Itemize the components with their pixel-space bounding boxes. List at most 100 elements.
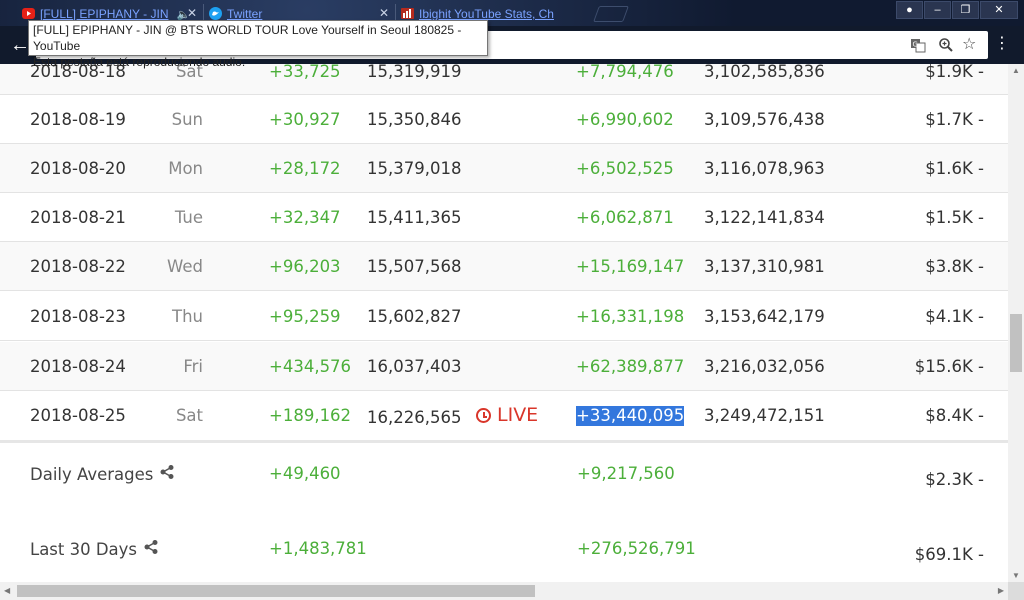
- views-total-cell: 3,153,642,179: [704, 307, 825, 326]
- summary-earnings: $69.1K -: [914, 545, 984, 564]
- summary-label: Last 30 Days: [30, 539, 159, 560]
- day-cell: Sun: [171, 110, 203, 129]
- earnings-cell: $1.9K -: [925, 64, 984, 81]
- earnings-cell: $4.1K -: [925, 307, 984, 326]
- share-icon[interactable]: [159, 464, 175, 485]
- earnings-cell: $1.5K -: [925, 208, 984, 227]
- vertical-scrollbar[interactable]: ▲ ▼: [1008, 64, 1024, 582]
- summary-row: Daily Averages +49,460 +9,217,560 $2.3K …: [0, 446, 1008, 516]
- summary-earnings: $2.3K -: [925, 470, 984, 489]
- table-row: 2018-08-25 Sat +189,162 16,226,565 LIVE …: [0, 391, 1008, 443]
- subs-gain-cell: +189,162: [269, 406, 352, 425]
- tab-tooltip: [FULL] EPIPHANY - JIN @ BTS WORLD TOUR L…: [28, 20, 488, 69]
- day-cell: Mon: [168, 159, 203, 178]
- user-profile-icon[interactable]: ●: [896, 1, 923, 19]
- close-tab-icon[interactable]: ✕: [379, 6, 389, 20]
- back-arrow-icon[interactable]: ←: [10, 35, 30, 55]
- restore-icon[interactable]: ❐: [952, 1, 979, 19]
- zoom-icon[interactable]: [938, 37, 954, 56]
- subs-gain-cell: +95,259: [269, 307, 341, 326]
- subs-total-cell: 16,226,565: [367, 408, 462, 427]
- views-total-cell: 3,137,310,981: [704, 257, 825, 276]
- new-tab-button[interactable]: [593, 6, 629, 22]
- views-gain-cell: +15,169,147: [576, 257, 685, 276]
- earnings-cell: $1.6K -: [925, 159, 984, 178]
- scroll-down-icon[interactable]: ▼: [1012, 571, 1020, 580]
- summary-label-text: Daily Averages: [30, 464, 154, 484]
- day-cell: Wed: [167, 257, 203, 276]
- summary-label-text: Last 30 Days: [30, 539, 138, 559]
- views-gain-cell: +62,389,877: [576, 357, 685, 376]
- window-close-icon[interactable]: ✕: [980, 1, 1018, 19]
- day-cell: Thu: [172, 307, 203, 326]
- socialblade-icon: [401, 8, 414, 19]
- subs-total-cell: 15,379,018: [367, 159, 462, 178]
- views-total-cell: 3,109,576,438: [704, 110, 825, 129]
- tooltip-status: Esta pestaña está reproduciendo audio.: [33, 55, 246, 69]
- date-cell: 2018-08-22: [30, 257, 126, 276]
- summary-row: Last 30 Days +1,483,781 +276,526,791 $69…: [0, 521, 1008, 582]
- bookmark-star-icon[interactable]: ☆: [962, 37, 976, 53]
- scroll-right-icon[interactable]: ▶: [998, 586, 1004, 595]
- summary-views: +276,526,791: [577, 539, 696, 558]
- twitter-icon: [209, 7, 222, 20]
- date-cell: 2018-08-20: [30, 159, 126, 178]
- horizontal-scroll-thumb[interactable]: [17, 585, 535, 597]
- views-total-cell: 3,122,141,834: [704, 208, 825, 227]
- subs-total-cell: 15,507,568: [367, 257, 462, 276]
- earnings-cell: $15.6K -: [914, 357, 984, 376]
- summary-label: Daily Averages: [30, 464, 175, 485]
- tab-title: [FULL] EPIPHANY - JIN: [40, 7, 169, 21]
- stats-table: 2018-08-18 Sat +33,725 15,319,919 +7,794…: [0, 64, 1008, 582]
- date-cell: 2018-08-24: [30, 357, 126, 376]
- tab-title: Ibighit YouTube Stats, Ch: [419, 7, 554, 21]
- earnings-cell: $3.8K -: [925, 257, 984, 276]
- views-total-cell: 3,216,032,056: [704, 357, 825, 376]
- subs-gain-cell: +30,927: [269, 110, 341, 129]
- minimize-icon[interactable]: –: [924, 1, 951, 19]
- subs-total-cell: 15,411,365: [367, 208, 462, 227]
- views-total-cell: 3,102,585,836: [704, 64, 825, 81]
- views-gain-cell: +6,990,602: [576, 110, 674, 129]
- live-indicator: LIVE: [476, 405, 538, 425]
- subs-gain-cell: +96,203: [269, 257, 341, 276]
- subs-gain-cell: +434,576: [269, 357, 352, 376]
- summary-subs: +1,483,781: [269, 539, 367, 558]
- summary-subs: +49,460: [269, 464, 341, 483]
- subs-total-cell: 15,602,827: [367, 307, 462, 326]
- close-tab-icon[interactable]: ✕: [187, 6, 197, 20]
- menu-icon[interactable]: ⋮: [994, 36, 1010, 52]
- scroll-left-icon[interactable]: ◀: [4, 586, 10, 595]
- table-row: 2018-08-24 Fri +434,576 16,037,403 +62,3…: [0, 342, 1008, 391]
- day-cell: Tue: [174, 208, 203, 227]
- views-total-cell: 3,249,472,151: [704, 406, 825, 425]
- tab-title: Twitter: [227, 7, 263, 21]
- date-cell: 2018-08-25: [30, 406, 126, 425]
- subs-gain-cell: +32,347: [269, 208, 341, 227]
- table-row: 2018-08-21 Tue +32,347 15,411,365 +6,062…: [0, 193, 1008, 242]
- table-row: 2018-08-22 Wed +96,203 15,507,568 +15,16…: [0, 242, 1008, 291]
- subs-total-cell: 15,350,846: [367, 110, 462, 129]
- svg-text:G: G: [913, 41, 918, 49]
- translate-icon[interactable]: G: [910, 37, 926, 56]
- date-cell: 2018-08-23: [30, 307, 126, 326]
- subs-total-cell: 16,037,403: [367, 357, 462, 376]
- views-gain-cell: +7,794,476: [576, 64, 674, 81]
- youtube-icon: [22, 8, 35, 19]
- day-cell: Sat: [175, 406, 203, 425]
- tooltip-title: [FULL] EPIPHANY - JIN @ BTS WORLD TOUR L…: [33, 23, 462, 53]
- views-gain-cell: +16,331,198: [576, 307, 685, 326]
- vertical-scroll-thumb[interactable]: [1010, 314, 1022, 372]
- live-label: LIVE: [497, 404, 539, 426]
- earnings-cell: $8.4K -: [925, 406, 984, 425]
- share-icon[interactable]: [143, 539, 159, 560]
- views-gain-cell: +6,062,871: [576, 208, 674, 227]
- horizontal-scrollbar[interactable]: ◀ ▶: [0, 582, 1008, 600]
- views-gain-cell: +6,502,525: [576, 159, 674, 178]
- table-row: 2018-08-23 Thu +95,259 15,602,827 +16,33…: [0, 292, 1008, 341]
- table-row: 2018-08-19 Sun +30,927 15,350,846 +6,990…: [0, 95, 1008, 144]
- views-total-cell: 3,116,078,963: [704, 159, 825, 178]
- views-gain-cell: +33,440,095: [576, 406, 685, 426]
- scroll-up-icon[interactable]: ▲: [1012, 66, 1020, 75]
- clock-icon: [476, 407, 491, 423]
